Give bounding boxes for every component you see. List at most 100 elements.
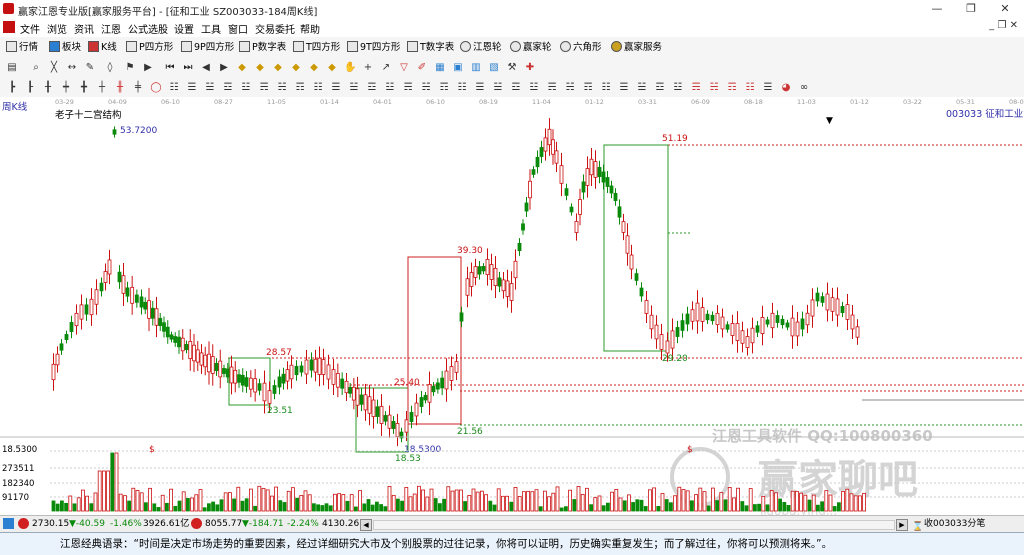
bar6-icon[interactable]: ┼ [96, 82, 108, 94]
9p-square-button[interactable]: 9P四方形 [181, 40, 234, 55]
menu-news[interactable]: 资讯 [74, 21, 94, 36]
ladder28-icon[interactable]: ☲ [654, 82, 666, 94]
t-number-table-button[interactable]: T数字表 [407, 40, 454, 55]
ladder13-icon[interactable]: ☳ [384, 82, 396, 94]
quote-button[interactable]: 行情 [6, 40, 38, 55]
ladder23-icon[interactable]: ☵ [564, 82, 576, 94]
ladder10-icon[interactable]: ☰ [330, 82, 342, 94]
tools-icon[interactable]: ⚒ [506, 62, 518, 74]
ladder30-icon[interactable]: ☴ [690, 82, 702, 94]
ladder5-icon[interactable]: ☳ [240, 82, 252, 94]
bar8-icon[interactable]: ╪ [132, 82, 144, 94]
bolt-icon[interactable]: ✚ [524, 62, 536, 74]
mode-icon[interactable]: ◊ [104, 62, 116, 74]
ladder11-icon[interactable]: ☱ [348, 82, 360, 94]
menu-window[interactable]: 窗口 [228, 21, 248, 36]
ladder6-icon[interactable]: ☴ [258, 82, 270, 94]
ladder31-icon[interactable]: ☵ [708, 82, 720, 94]
bar7-icon[interactable]: ╫ [114, 82, 126, 94]
zoom-icon[interactable]: ⌕ [30, 62, 42, 74]
bar4-icon[interactable]: ┿ [60, 82, 72, 94]
kline-chart[interactable]: 03-29 04-09 06-10 08-27 11-05 01-14 04-01 06-10… [0, 97, 1024, 518]
winner-wheel-button[interactable]: 赢家轮 [510, 40, 552, 55]
ladder16-icon[interactable]: ☶ [438, 82, 450, 94]
ladder34-icon[interactable]: ☰ [762, 82, 774, 94]
ladder27-icon[interactable]: ☱ [636, 82, 648, 94]
diamond5-icon[interactable]: ◆ [308, 62, 320, 74]
minimize-button[interactable]: — [926, 1, 948, 17]
flag-icon[interactable]: ⚑ [124, 62, 136, 74]
layout-icon[interactable] [3, 518, 14, 529]
menu-browse[interactable]: 浏览 [47, 21, 67, 36]
ladder26-icon[interactable]: ☰ [618, 82, 630, 94]
plus-icon[interactable]: + [362, 62, 374, 74]
winner-service-button[interactable]: 赢家服务 [611, 40, 662, 55]
grid-icon[interactable]: ▦ [434, 62, 446, 74]
ladder3-icon[interactable]: ☱ [204, 82, 216, 94]
menu-help[interactable]: 帮助 [300, 21, 320, 36]
hexagon-button[interactable]: 六角形 [560, 40, 602, 55]
app-menu-icon[interactable] [3, 21, 15, 33]
pan-icon[interactable]: ↔ [66, 62, 78, 74]
diamond2-icon[interactable]: ◆ [254, 62, 266, 74]
ladder7-icon[interactable]: ☵ [276, 82, 288, 94]
menu-trade[interactable]: 交易委托 [255, 21, 295, 36]
scroll-left-icon[interactable]: ◀ [360, 519, 372, 531]
hand-icon[interactable]: ✋ [344, 62, 356, 74]
ladder19-icon[interactable]: ☱ [492, 82, 504, 94]
draw-icon[interactable]: ✐ [416, 62, 428, 74]
ladder8-icon[interactable]: ☶ [294, 82, 306, 94]
ladder24-icon[interactable]: ☶ [582, 82, 594, 94]
kline-button[interactable]: K线 [88, 40, 117, 55]
h-scrollbar[interactable] [373, 520, 895, 530]
ladder2-icon[interactable]: ☰ [186, 82, 198, 94]
p-number-table-button[interactable]: P数字表 [239, 40, 286, 55]
cross-icon[interactable]: ╳ [48, 62, 60, 74]
mark-icon[interactable]: ✎ [84, 62, 96, 74]
kline-svg[interactable]: 03-29 04-09 06-10 08-27 11-05 01-14 04-01 06-10… [0, 97, 1024, 518]
maximize-button[interactable]: ❐ [960, 1, 982, 17]
p-square-button[interactable]: P四方形 [126, 40, 173, 55]
diamond4-icon[interactable]: ◆ [290, 62, 302, 74]
ladder22-icon[interactable]: ☴ [546, 82, 558, 94]
bar-icon[interactable]: ┣ [6, 82, 18, 94]
ladder9-icon[interactable]: ☷ [312, 82, 324, 94]
menu-file[interactable]: 文件 [20, 21, 40, 36]
ladder14-icon[interactable]: ☴ [402, 82, 414, 94]
circle-icon[interactable]: ◯ [150, 82, 162, 94]
ladder15-icon[interactable]: ☵ [420, 82, 432, 94]
bar2-icon[interactable]: ┠ [24, 82, 36, 94]
shape-icon[interactable]: ▽ [398, 62, 410, 74]
save-icon[interactable]: ▣ [452, 62, 464, 74]
last-icon[interactable]: ⏭ [182, 62, 194, 74]
t-square-button[interactable]: T四方形 [293, 40, 340, 55]
menu-gann[interactable]: 江恩 [101, 21, 121, 36]
ladder-icon[interactable]: ☷ [168, 82, 180, 94]
scroll-right-icon[interactable]: ▶ [896, 519, 908, 531]
menu-tools[interactable]: 工具 [201, 21, 221, 36]
next-icon[interactable]: ▶ [218, 62, 230, 74]
ladder18-icon[interactable]: ☰ [474, 82, 486, 94]
sector-button[interactable]: 板块 [49, 40, 81, 55]
ladder29-icon[interactable]: ☳ [672, 82, 684, 94]
close-button[interactable]: ✕ [994, 1, 1016, 17]
gann-wheel-button[interactable]: 江恩轮 [460, 40, 502, 55]
ladder32-icon[interactable]: ☶ [726, 82, 738, 94]
first-icon[interactable]: ⏮ [164, 62, 176, 74]
select-icon[interactable]: ▶ [142, 62, 154, 74]
menu-formula[interactable]: 公式选股 [128, 21, 168, 36]
tick-data-label[interactable]: 收003033分笔 [924, 516, 985, 532]
window-icon[interactable]: ▧ [488, 62, 500, 74]
diamond6-icon[interactable]: ◆ [326, 62, 338, 74]
mdi-controls[interactable]: _ ❐ ✕ [989, 20, 1018, 31]
period-icon[interactable]: ▤ [6, 62, 18, 74]
9t-square-button[interactable]: 9T四方形 [347, 40, 400, 55]
ladder4-icon[interactable]: ☲ [222, 82, 234, 94]
dropdown-marker[interactable]: ▼ [826, 116, 833, 126]
ladder25-icon[interactable]: ☷ [600, 82, 612, 94]
diamond1-icon[interactable]: ◆ [236, 62, 248, 74]
ladder21-icon[interactable]: ☳ [528, 82, 540, 94]
bar3-icon[interactable]: ╂ [42, 82, 54, 94]
bar5-icon[interactable]: ╋ [78, 82, 90, 94]
infinity-icon[interactable]: ∞ [798, 82, 810, 94]
